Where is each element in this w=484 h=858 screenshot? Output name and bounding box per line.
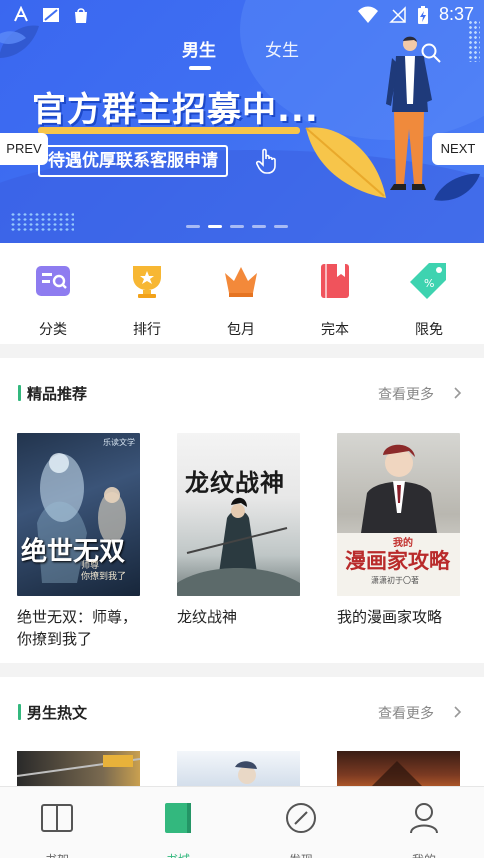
leaf-decor-dark-icon [434, 173, 480, 201]
notification-image-icon [43, 8, 59, 22]
category-label: 限免 [415, 322, 443, 338]
cover-title: 龙纹战神 [185, 468, 285, 497]
view-more-link[interactable]: 查看更多 [378, 384, 434, 404]
book-title[interactable]: 龙纹战神 [177, 606, 300, 628]
cover-title: 漫画家攻略 [345, 548, 450, 573]
section-title: 男生热文 [27, 704, 88, 722]
category-item-monthly[interactable]: 包月 [211, 261, 271, 339]
wifi-icon [357, 6, 378, 23]
discover-icon [286, 803, 316, 833]
nav-item-bookstore[interactable]: 书城 [148, 801, 208, 858]
category-label: 排行 [133, 322, 161, 338]
cover-art-partial [17, 755, 140, 777]
book-title[interactable]: 我的漫画家攻略 [337, 606, 460, 628]
chevron-right-icon[interactable] [452, 386, 462, 400]
book-title[interactable]: 绝世无双：师尊，你撩到我了 [17, 606, 140, 650]
tag-icon: % [410, 263, 446, 299]
banner-next-button[interactable]: NEXT [432, 133, 484, 165]
section-header-recommended: 精品推荐 查看更多 [0, 381, 484, 407]
carousel-dot[interactable] [230, 225, 244, 228]
carousel-dot[interactable] [252, 225, 266, 228]
nav-label: 书城 [148, 851, 208, 858]
category-item-classify[interactable]: 分类 [23, 261, 83, 339]
nav-item-bookshelf[interactable]: 书架 [27, 801, 87, 858]
category-icon [36, 266, 70, 296]
tap-hand-icon [256, 148, 276, 174]
notification-shop-icon [75, 8, 87, 23]
book-cover-partial[interactable] [337, 751, 460, 791]
book-card[interactable]: 绝世无双 师尊 你撩到我了 乐读文学 绝世无双：师尊，你撩到我了 [17, 433, 140, 650]
crown-icon [225, 267, 257, 297]
book-cover[interactable]: 我的 漫画家攻略 潇潇初于〇著 [337, 433, 460, 596]
nav-item-profile[interactable]: 我的 [394, 801, 454, 858]
book-cover[interactable]: 绝世无双 师尊 你撩到我了 乐读文学 [17, 433, 140, 596]
section-header-male-hot: 男生热文 查看更多 [0, 700, 484, 726]
banner-decor-dots [10, 212, 74, 232]
carousel-dot[interactable] [186, 225, 200, 228]
bottom-navigation: 书架 书城 发现 我的 [0, 786, 484, 858]
gender-tabs: 男生 女生 [0, 36, 484, 76]
cover-art-partial [367, 761, 427, 791]
cover-author: 潇潇初于〇著 [371, 576, 419, 585]
banner-subtitle: 待遇优厚联系客服申请 [38, 145, 228, 177]
tab-male[interactable]: 男生 [182, 36, 216, 61]
nav-label: 发现 [271, 851, 331, 858]
battery-charging-icon [417, 5, 428, 24]
cover-art-warrior [177, 497, 300, 596]
tab-female[interactable]: 女生 [265, 36, 299, 61]
svg-text:%: % [424, 277, 434, 290]
carousel-indicators [186, 225, 288, 228]
chevron-right-icon[interactable] [452, 705, 462, 719]
section-divider [0, 663, 484, 677]
category-shortcuts: 分类 排行 包月 完本 % 限免 [0, 243, 484, 344]
notification-a-icon [14, 6, 28, 22]
book-icon [321, 264, 349, 298]
book-card[interactable]: 我的 漫画家攻略 潇潇初于〇著 我的漫画家攻略 [337, 433, 460, 628]
search-icon[interactable] [420, 42, 442, 64]
section-divider [0, 344, 484, 358]
cover-art-partial [235, 761, 257, 784]
carousel-dot[interactable] [274, 225, 288, 228]
category-label: 完本 [321, 322, 349, 338]
carousel-dot-active[interactable] [208, 225, 222, 228]
category-label: 分类 [39, 322, 67, 338]
book-card[interactable]: 龙纹战神 龙纹战神 [177, 433, 300, 628]
category-item-completed[interactable]: 完本 [305, 261, 365, 339]
cover-subtitle: 师尊 你撩到我了 [81, 561, 127, 582]
signal-off-icon [389, 5, 406, 23]
view-more-link[interactable]: 查看更多 [378, 703, 434, 723]
section-title: 精品推荐 [27, 385, 88, 403]
profile-icon [410, 803, 438, 834]
section-accent-bar [18, 704, 21, 720]
ranking-icon [133, 266, 161, 298]
banner-prev-button[interactable]: PREV [0, 133, 48, 165]
book-cover[interactable]: 龙纹战神 [177, 433, 300, 596]
app-screen: 官方群主招募中... 待遇优厚联系客服申请 8:37 男生 女生 PREV NE… [0, 0, 484, 858]
category-label: 包月 [227, 322, 255, 338]
banner-title-underline [38, 127, 300, 134]
active-tab-indicator [189, 66, 211, 70]
cover-publisher: 乐读文学 [103, 438, 135, 447]
status-time: 8:37 [438, 4, 474, 24]
category-item-free[interactable]: % 限免 [399, 261, 459, 339]
book-cover-partial[interactable] [17, 751, 140, 791]
bookstore-icon [165, 803, 191, 833]
section-accent-bar [18, 385, 21, 401]
book-cover-partial[interactable] [177, 751, 300, 791]
banner-title: 官方群主招募中... [32, 90, 319, 130]
leaf-decor-yellow-icon [305, 127, 386, 198]
category-item-ranking[interactable]: 排行 [117, 261, 177, 339]
status-bar: 8:37 [0, 0, 484, 32]
nav-label: 书架 [27, 851, 87, 858]
nav-label: 我的 [394, 851, 454, 858]
nav-item-discover[interactable]: 发现 [271, 801, 331, 858]
bookshelf-icon [41, 804, 73, 832]
